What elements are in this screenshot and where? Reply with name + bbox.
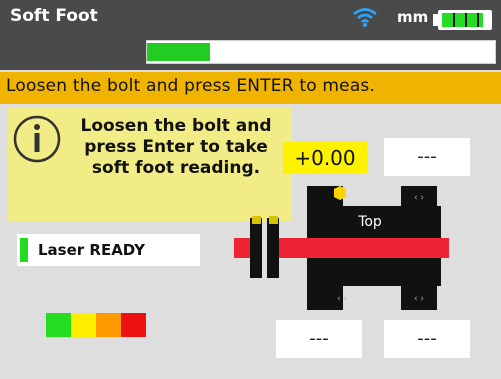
selected-foot-indicator — [334, 186, 346, 200]
battery-icon — [433, 10, 492, 30]
laser-beam — [307, 238, 449, 258]
screen-title: Soft Foot — [10, 6, 98, 26]
progress-fill — [147, 43, 210, 61]
instruction-text: Loosen the bolt and press ENTER to meas. — [6, 76, 376, 96]
wifi-icon — [353, 8, 377, 27]
coupling-right — [267, 218, 279, 278]
shaft — [279, 238, 307, 258]
laser-status-text: Laser READY — [38, 241, 146, 259]
info-icon — [13, 115, 61, 163]
level-segment — [121, 313, 146, 337]
level-segment — [96, 313, 121, 337]
level-segment — [71, 313, 96, 337]
top-label: Top — [357, 214, 382, 230]
foot-marker-bottom-left: ‹ › — [337, 294, 347, 304]
units-label: mm — [397, 8, 429, 26]
laser-indicator — [20, 238, 28, 262]
foot-marker-top-right: ‹ › — [414, 193, 424, 203]
value-bottom-right: --- — [384, 320, 470, 358]
hint-text: Loosen the bolt and press Enter to take … — [80, 116, 272, 178]
instruction-banner: Loosen the bolt and press ENTER to meas. — [0, 72, 501, 104]
level-segment — [46, 313, 71, 337]
foot-marker-bottom-right: ‹ › — [414, 294, 424, 304]
machine-diagram: Top ‹ › ‹ › ‹ › — [234, 186, 449, 310]
coupling-left — [250, 218, 262, 278]
signal-level-bar — [46, 313, 146, 337]
value-top-right: --- — [384, 138, 470, 176]
current-measurement: +0.00 — [283, 142, 367, 174]
value-bottom-left: --- — [276, 320, 362, 358]
progress-bar — [146, 40, 496, 64]
